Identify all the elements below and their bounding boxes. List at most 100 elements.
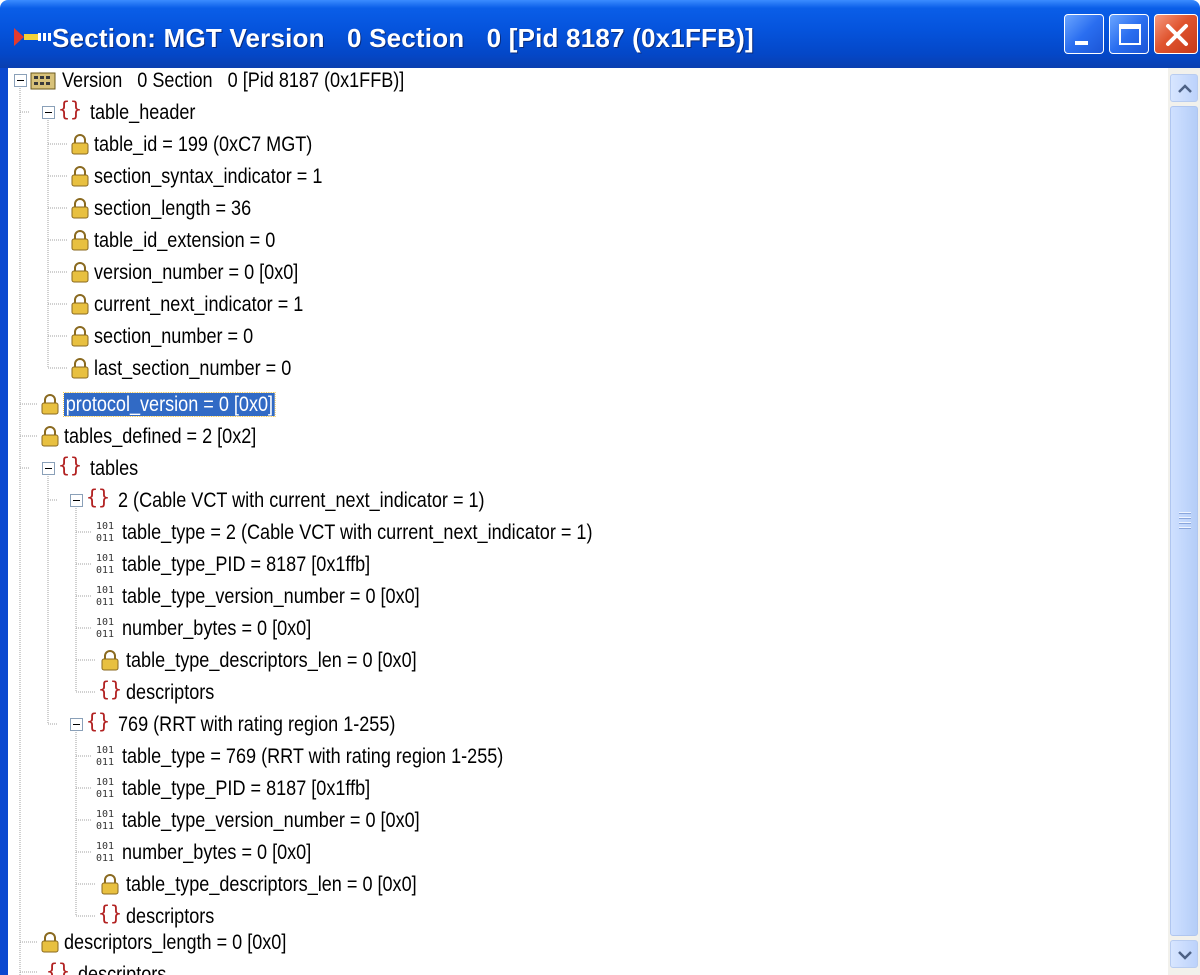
collapse-toggle-table-2[interactable] bbox=[70, 494, 83, 507]
binary-icon: 101011 bbox=[96, 745, 114, 768]
chevron-up-icon bbox=[1178, 84, 1192, 93]
tree-node-table-2[interactable]: 2 (Cable VCT with current_next_indicator… bbox=[118, 485, 485, 517]
selected-node-label[interactable]: protocol_version = 0 [0x0] bbox=[63, 392, 276, 417]
tree-node[interactable]: table_type_descriptors_len = 0 [0x0] bbox=[126, 645, 417, 677]
tree-node[interactable]: table_id_extension = 0 bbox=[94, 225, 275, 257]
svg-text:011: 011 bbox=[96, 853, 114, 864]
lock-icon bbox=[71, 230, 89, 251]
svg-text:011: 011 bbox=[96, 789, 114, 800]
svg-text:011: 011 bbox=[96, 565, 114, 576]
braces-icon: {} bbox=[46, 959, 71, 975]
svg-text:101: 101 bbox=[96, 553, 114, 564]
lock-icon bbox=[71, 294, 89, 315]
lock-icon bbox=[71, 198, 89, 219]
tree-node[interactable]: version_number = 0 [0x0] bbox=[94, 257, 298, 289]
grip-line bbox=[1179, 517, 1191, 519]
binary-icon: 101011 bbox=[96, 841, 114, 864]
svg-text:101: 101 bbox=[96, 777, 114, 788]
svg-text:011: 011 bbox=[96, 597, 114, 608]
lock-icon bbox=[101, 650, 119, 671]
svg-text:011: 011 bbox=[96, 757, 114, 768]
tree-node[interactable]: table_type_version_number = 0 [0x0] bbox=[122, 805, 420, 837]
tree-node[interactable]: table_type_PID = 8187 [0x1ffb] bbox=[122, 549, 370, 581]
lock-icon bbox=[41, 426, 59, 447]
scroll-thumb[interactable] bbox=[1170, 106, 1198, 936]
vertical-scrollbar[interactable] bbox=[1168, 68, 1200, 975]
app-icon bbox=[14, 28, 51, 46]
window-frame bbox=[0, 68, 8, 975]
tree-node[interactable]: current_next_indicator = 1 bbox=[94, 289, 303, 321]
binary-icon: 101011 bbox=[96, 553, 114, 576]
braces-icon: {} bbox=[86, 709, 111, 733]
tree-node[interactable]: last_section_number = 0 bbox=[94, 353, 291, 385]
braces-icon: {} bbox=[58, 97, 83, 121]
braces-icon: {} bbox=[58, 453, 83, 477]
binary-icon: 101011 bbox=[96, 585, 114, 608]
svg-text:011: 011 bbox=[96, 629, 114, 640]
tree-node[interactable]: table_type = 769 (RRT with rating region… bbox=[122, 741, 503, 773]
svg-text:101: 101 bbox=[96, 521, 114, 532]
tree-node-root[interactable]: Version 0 Section 0 [Pid 8187 (0x1FFB)] bbox=[62, 68, 404, 97]
title-bar[interactable]: Section: MGT Version 0 Section 0 [Pid 81… bbox=[0, 0, 1200, 68]
maximize-button[interactable] bbox=[1109, 14, 1149, 54]
svg-text:101: 101 bbox=[96, 809, 114, 820]
tree-node[interactable]: number_bytes = 0 [0x0] bbox=[122, 837, 311, 869]
collapse-toggle-table-header[interactable] bbox=[42, 106, 55, 119]
binary-icon: 101011 bbox=[96, 617, 114, 640]
lock-icon bbox=[71, 262, 89, 283]
tree-node[interactable]: section_number = 0 bbox=[94, 321, 253, 353]
lock-icon bbox=[71, 134, 89, 155]
tree-node-descriptors[interactable]: descriptors bbox=[126, 677, 214, 709]
tree-node[interactable]: number_bytes = 0 [0x0] bbox=[122, 613, 311, 645]
tree-node-table-header[interactable]: table_header bbox=[90, 97, 195, 129]
grip-line bbox=[1179, 527, 1191, 529]
minimize-icon bbox=[1075, 41, 1088, 45]
tree-node[interactable]: section_length = 36 bbox=[94, 193, 251, 225]
tree-node[interactable]: descriptors_length = 0 [0x0] bbox=[64, 927, 286, 959]
lock-icon bbox=[101, 874, 119, 895]
lock-icon bbox=[71, 326, 89, 347]
collapse-toggle-table-769[interactable] bbox=[70, 718, 83, 731]
scroll-up-button[interactable] bbox=[1170, 74, 1198, 102]
close-button[interactable] bbox=[1154, 14, 1198, 54]
braces-icon: {} bbox=[86, 485, 111, 509]
svg-text:101: 101 bbox=[96, 841, 114, 852]
tree-node[interactable]: table_type_version_number = 0 [0x0] bbox=[122, 581, 420, 613]
maximize-icon bbox=[1119, 24, 1141, 45]
lock-icon bbox=[71, 358, 89, 379]
grip-line bbox=[1179, 522, 1191, 524]
tree-node[interactable]: table_id = 199 (0xC7 MGT) bbox=[94, 129, 312, 161]
lock-icon bbox=[41, 394, 59, 415]
tree-node-selected[interactable]: protocol_version = 0 [0x0] bbox=[63, 389, 276, 421]
window-title: Section: MGT Version 0 Section 0 [Pid 81… bbox=[52, 23, 754, 53]
tree-node[interactable]: table_type_PID = 8187 [0x1ffb] bbox=[122, 773, 370, 805]
braces-icon: {} bbox=[98, 677, 123, 701]
svg-text:101: 101 bbox=[96, 617, 114, 628]
binary-icon: 101011 bbox=[96, 521, 114, 544]
svg-text:011: 011 bbox=[96, 821, 114, 832]
close-icon bbox=[1166, 24, 1188, 46]
svg-text:011: 011 bbox=[96, 533, 114, 544]
grip-line bbox=[1179, 512, 1191, 514]
svg-text:101: 101 bbox=[96, 585, 114, 596]
scroll-down-button[interactable] bbox=[1170, 940, 1198, 968]
section-tree[interactable]: {} {} {} {} {} {} {} 101 011 101 011 101 01… bbox=[8, 68, 1168, 975]
grid-icon bbox=[30, 72, 56, 90]
tree-node[interactable]: section_syntax_indicator = 1 bbox=[94, 161, 322, 193]
tree-node[interactable]: table_type = 2 (Cable VCT with current_n… bbox=[122, 517, 592, 549]
tree-node-table-769[interactable]: 769 (RRT with rating region 1-255) bbox=[118, 709, 395, 741]
collapse-toggle-root[interactable] bbox=[14, 74, 27, 87]
binary-icon: 101011 bbox=[96, 777, 114, 800]
tree-node[interactable]: tables_defined = 2 [0x2] bbox=[64, 421, 256, 453]
lock-icon bbox=[71, 166, 89, 187]
tree-node-descriptors[interactable]: descriptors bbox=[78, 959, 166, 975]
svg-text:101: 101 bbox=[96, 745, 114, 756]
braces-icon: {} bbox=[98, 901, 123, 925]
lock-icon bbox=[41, 932, 59, 953]
chevron-down-icon bbox=[1178, 951, 1192, 960]
binary-icon: 101011 bbox=[96, 809, 114, 832]
minimize-button[interactable] bbox=[1064, 14, 1104, 54]
tree-node[interactable]: table_type_descriptors_len = 0 [0x0] bbox=[126, 869, 417, 901]
tree-node-tables[interactable]: tables bbox=[90, 453, 138, 485]
collapse-toggle-tables[interactable] bbox=[42, 462, 55, 475]
